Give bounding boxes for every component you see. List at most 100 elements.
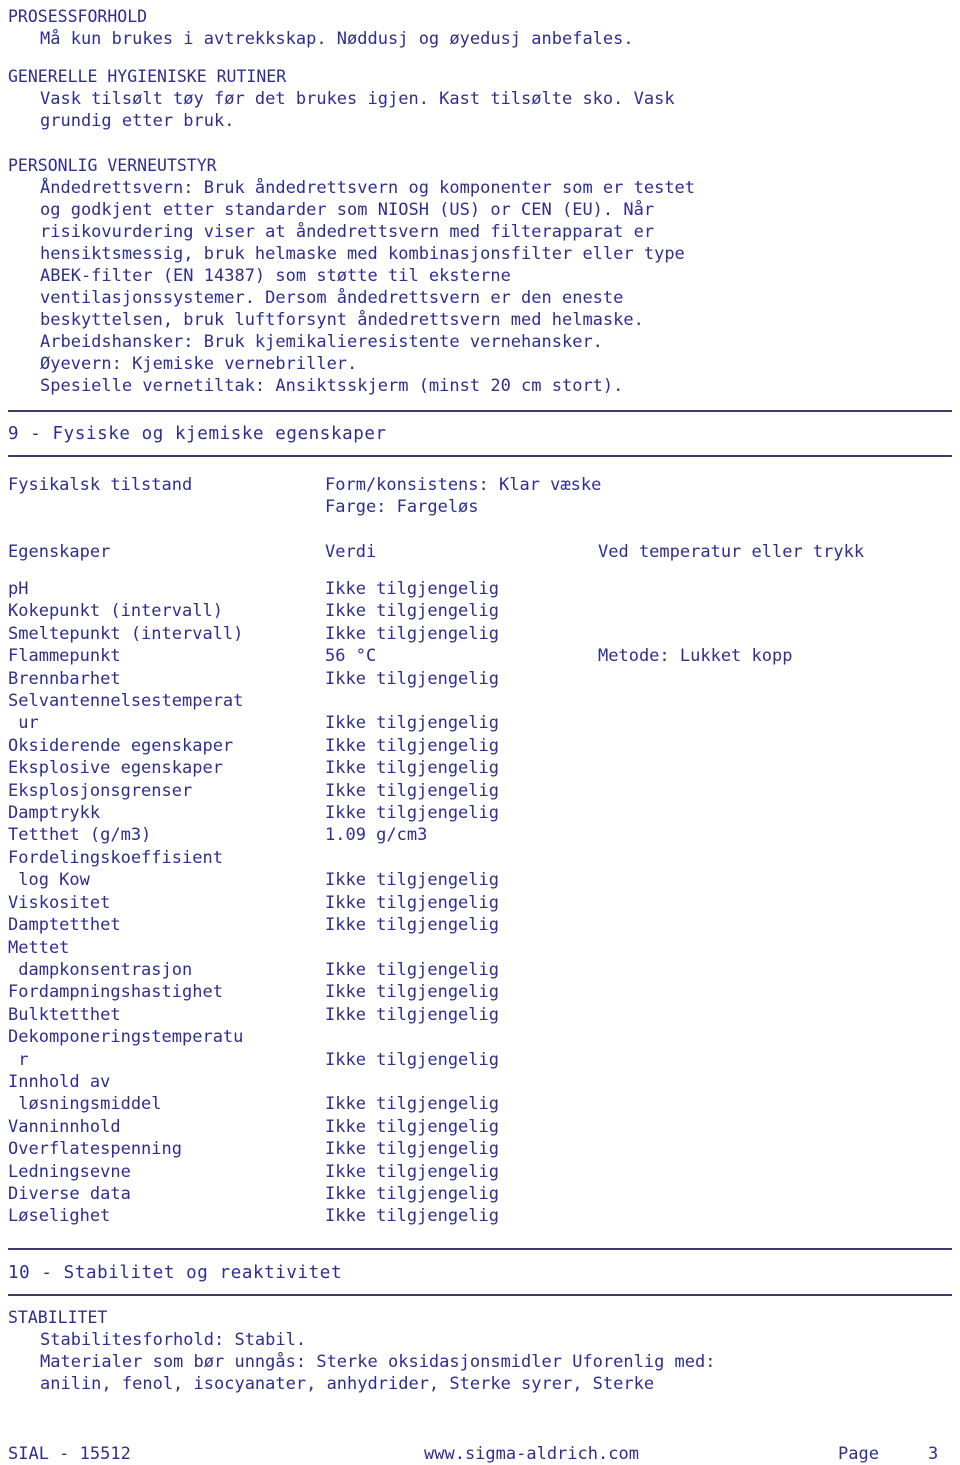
paragraph-hygiene-line-2: grundig etter bruk. (40, 111, 235, 131)
table-row: Diverse data Ikke tilgjengelig (8, 1183, 952, 1205)
property-name-cell: Bulktetthet (8, 1004, 121, 1025)
property-condition-cell (598, 1183, 952, 1205)
property-name-cell: Eksplosive egenskaper (8, 758, 223, 779)
property-condition-cell (598, 802, 952, 824)
table-row: r Ikke tilgjengelig (8, 1049, 952, 1071)
heading-generelle-hygieniske-rutiner: GENERELLE HYGIENISKE RUTINER (8, 67, 287, 86)
property-value-cell: Ikke tilgjengelig (325, 1161, 499, 1182)
property-value-cell (325, 937, 598, 959)
footer-website: www.sigma-aldrich.com (424, 1444, 639, 1464)
property-value-cell (325, 847, 598, 869)
property-value-cell: Ikke tilgjengelig (325, 1049, 499, 1070)
table-row: Smeltepunkt (intervall) Ikke tilgjengelig (8, 623, 952, 645)
table-row: Overflatespenning Ikke tilgjengelig (8, 1138, 952, 1160)
footer-page-number: 3 (928, 1444, 939, 1464)
property-value-cell: Ikke tilgjengelig (325, 601, 499, 622)
table-row: log Kow Ikke tilgjengelig (8, 869, 952, 891)
heading-prosessforhold: PROSESSFORHOLD (8, 7, 148, 26)
table-row: Eksplosjonsgrenser Ikke tilgjengelig (8, 780, 952, 802)
property-condition-cell (598, 869, 952, 891)
paragraph-ppe-line-9: Øyevern: Kjemiske vernebriller. (40, 354, 358, 374)
property-value-cell: Ikke tilgjengelig (325, 959, 499, 980)
property-condition-cell (598, 735, 952, 757)
divider-above-section-9 (8, 410, 952, 412)
table-row: Mettet (8, 937, 952, 959)
property-condition-cell (598, 668, 952, 690)
property-condition-cell (598, 914, 952, 936)
paragraph-hygiene-line-1: Vask tilsølt tøy før det brukes igjen. K… (40, 89, 675, 109)
property-name-cell: r (8, 1049, 29, 1070)
property-condition-cell (598, 690, 952, 712)
property-name-cell: Damptetthet (8, 915, 121, 936)
property-value-cell: Ikke tilgjengelig (325, 1004, 499, 1025)
property-name-cell: ur (8, 713, 39, 734)
table-row: Tetthet (g/m3) 1.09 g/cm3 (8, 824, 952, 846)
property-name-cell: Tetthet (g/m3) (8, 825, 152, 846)
property-name-cell: Dekomponeringstemperatu (8, 1027, 244, 1048)
table-row: ur Ikke tilgjengelig (8, 712, 952, 734)
divider-below-section-10-title (8, 1294, 952, 1296)
property-name-cell: Overflatespenning (8, 1139, 182, 1160)
property-name-cell: Løselighet (8, 1206, 111, 1227)
property-condition-cell (598, 847, 952, 869)
property-name-cell: dampkonsentrasjon (8, 959, 193, 980)
footer-page-label: Page (838, 1444, 879, 1464)
property-condition-cell (598, 780, 952, 802)
table-row: Brennbarhet Ikke tilgjengelig (8, 668, 952, 690)
properties-table-body: pH Ikke tilgjengelig Kokepunkt (intervall)… (8, 578, 952, 1228)
property-condition-cell (598, 623, 952, 645)
property-condition-cell (598, 1004, 952, 1026)
section-title-9: 9 - Fysiske og kjemiske egenskaper (8, 424, 387, 444)
property-value-cell: 1.09 g/cm3 (325, 825, 428, 846)
paragraph-stabilitet-line-2: Materialer som bør unngås: Sterke oksida… (40, 1352, 716, 1372)
physical-state-form: Form/konsistens: Klar væske (325, 475, 602, 495)
table-header-verdi: Verdi (325, 542, 377, 562)
property-condition-cell (598, 578, 952, 600)
physical-state-color: Farge: Fargeløs (325, 497, 479, 517)
property-name-cell: Flammepunkt (8, 646, 121, 667)
table-row: Dekomponeringstemperatu (8, 1026, 952, 1048)
property-value-cell: Ikke tilgjengelig (325, 623, 499, 644)
property-condition-cell (598, 1049, 952, 1071)
property-condition-cell (598, 937, 952, 959)
property-condition-cell: Metode: Lukket kopp (598, 646, 793, 667)
property-condition-cell (598, 1116, 952, 1138)
property-name-cell: Diverse data (8, 1183, 131, 1204)
physical-state-label: Fysikalsk tilstand (8, 475, 193, 495)
paragraph-ppe-line-8: Arbeidshansker: Bruk kjemikalieresistent… (40, 332, 603, 352)
property-value-cell: Ikke tilgjengelig (325, 892, 499, 913)
property-condition-cell (598, 1026, 952, 1048)
paragraph-ppe-line-4: hensiktsmessig, bruk helmaske med kombin… (40, 244, 685, 264)
property-name-cell: log Kow (8, 870, 90, 891)
property-name-cell: Vanninnhold (8, 1116, 121, 1137)
property-value-cell: Ikke tilgjengelig (325, 982, 499, 1003)
property-name-cell: Eksplosjonsgrenser (8, 780, 193, 801)
table-row: Flammepunkt 56 °C Metode: Lukket kopp (8, 645, 952, 667)
property-name-cell: Mettet (8, 937, 70, 958)
heading-stabilitet: STABILITET (8, 1308, 108, 1327)
property-value-cell: Ikke tilgjengelig (325, 1183, 499, 1204)
table-header-egenskaper: Egenskaper (8, 542, 111, 562)
paragraph-ppe-line-10: Spesielle vernetiltak: Ansiktsskjerm (mi… (40, 376, 624, 396)
property-condition-cell (598, 1093, 952, 1115)
table-row: Fordampningshastighet Ikke tilgjengelig (8, 981, 952, 1003)
property-value-cell (325, 690, 598, 712)
paragraph-stabilitet-line-3: anilin, fenol, isocyanater, anhydrider, … (40, 1374, 655, 1394)
property-condition-cell (598, 959, 952, 981)
property-condition-cell (598, 892, 952, 914)
property-name-cell: Ledningsevne (8, 1161, 131, 1182)
paragraph-stabilitet-line-1: Stabilitesforhold: Stabil. (40, 1330, 307, 1350)
property-value-cell: Ikke tilgjengelig (325, 803, 499, 824)
property-name-cell: Oksiderende egenskaper (8, 735, 234, 756)
property-value-cell: Ikke tilgjengelig (325, 735, 499, 756)
property-name-cell: Smeltepunkt (intervall) (8, 623, 244, 644)
property-name-cell: pH (8, 579, 29, 599)
property-name-cell: Selvantennelsestemperat (8, 691, 244, 712)
property-condition-cell (598, 1205, 952, 1227)
table-row: løsningsmiddel Ikke tilgjengelig (8, 1093, 952, 1115)
table-row: Løselighet Ikke tilgjengelig (8, 1205, 952, 1227)
table-row: Innhold av (8, 1071, 952, 1093)
property-value-cell: Ikke tilgjengelig (325, 1206, 499, 1227)
property-value-cell (325, 1071, 598, 1093)
table-row: Viskositet Ikke tilgjengelig (8, 892, 952, 914)
